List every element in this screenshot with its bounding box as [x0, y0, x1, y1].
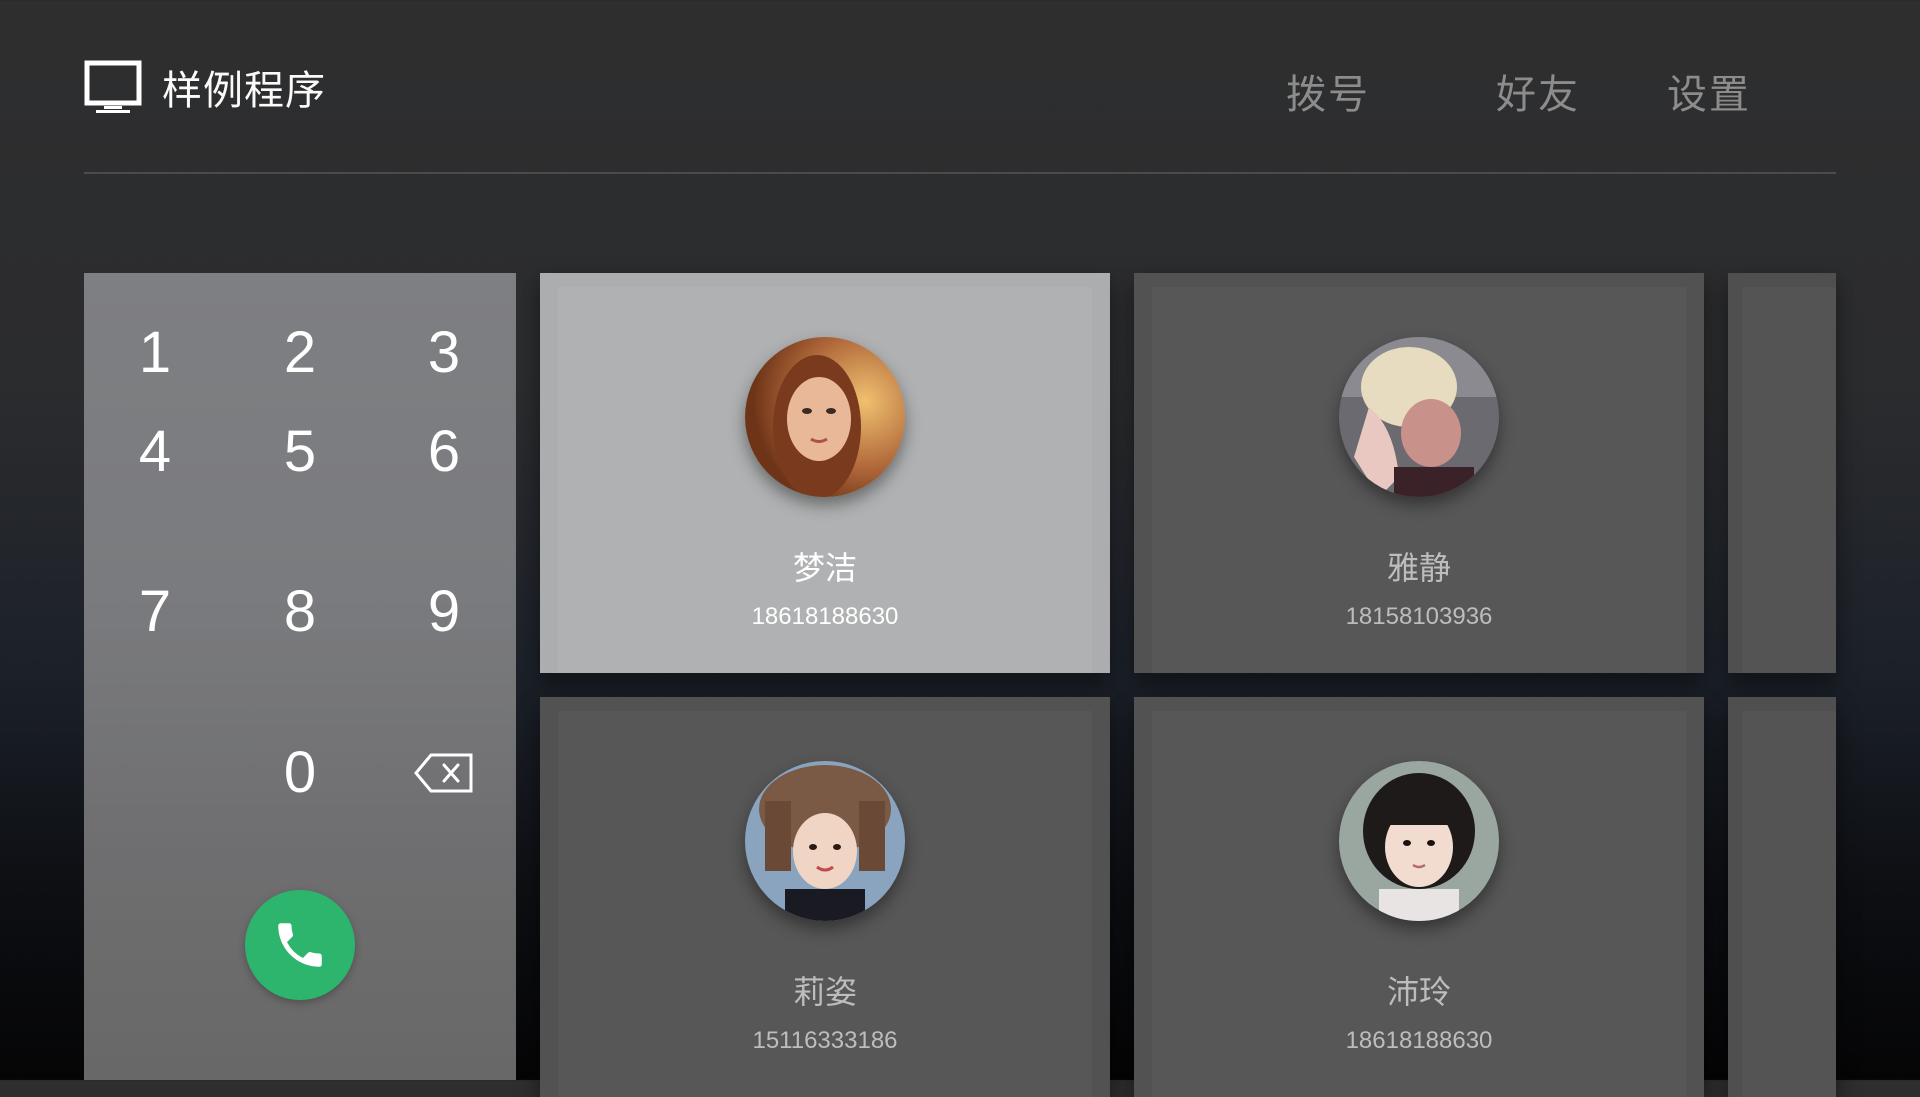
contact-card[interactable]: 雅静 18158103936 [1134, 273, 1704, 673]
tv-monitor-icon [84, 60, 142, 113]
contact-phone: 15116333186 [752, 1027, 898, 1054]
call-button[interactable] [245, 890, 355, 1000]
contact-avatar [745, 337, 905, 497]
contact-card[interactable]: 沛玲 18618188630 [1134, 697, 1704, 1097]
contact-name: 雅静 [1386, 549, 1451, 587]
dial-key-7[interactable]: 7 [105, 567, 205, 657]
contact-card-partial[interactable] [1728, 697, 1836, 1097]
dial-key-0[interactable]: 0 [250, 728, 350, 818]
contact-phone: 18158103936 [1345, 603, 1493, 630]
app-title: 样例程序 [162, 68, 326, 114]
contact-card[interactable]: 梦洁 18618188630 [540, 273, 1110, 673]
dial-key-6[interactable]: 6 [394, 407, 494, 497]
dial-pad: 1 2 3 4 5 6 7 8 9 0 [84, 273, 516, 1080]
contact-name: 沛玲 [1386, 973, 1451, 1011]
dial-key-8[interactable]: 8 [250, 567, 350, 657]
dial-key-1[interactable]: 1 [105, 308, 205, 398]
header-divider [84, 172, 1836, 174]
backspace-icon [414, 753, 473, 793]
dial-key-9[interactable]: 9 [394, 567, 494, 657]
dial-key-2[interactable]: 2 [250, 308, 350, 398]
contact-avatar [1339, 337, 1499, 497]
app-header: 样例程序 [84, 58, 326, 116]
tab-dial[interactable]: 拨号 [1286, 62, 1370, 118]
contact-name: 莉姿 [792, 973, 857, 1011]
contact-card-partial[interactable] [1728, 273, 1836, 673]
contact-name: 梦洁 [792, 549, 857, 587]
backspace-button[interactable] [394, 728, 494, 818]
contact-card[interactable]: 莉姿 15116333186 [540, 697, 1110, 1097]
contact-phone: 18618188630 [1345, 1027, 1493, 1054]
tab-friends[interactable]: 好友 [1496, 62, 1580, 118]
card-background [1742, 711, 1836, 1097]
dial-key-4[interactable]: 4 [105, 407, 205, 497]
phone-icon [278, 923, 322, 967]
card-background [1742, 287, 1836, 673]
dial-key-5[interactable]: 5 [250, 407, 350, 497]
tab-settings[interactable]: 设置 [1667, 62, 1751, 118]
contact-avatar [745, 761, 905, 921]
contact-avatar [1339, 761, 1499, 921]
dial-key-3[interactable]: 3 [394, 308, 494, 398]
contact-phone: 18618188630 [751, 603, 899, 630]
